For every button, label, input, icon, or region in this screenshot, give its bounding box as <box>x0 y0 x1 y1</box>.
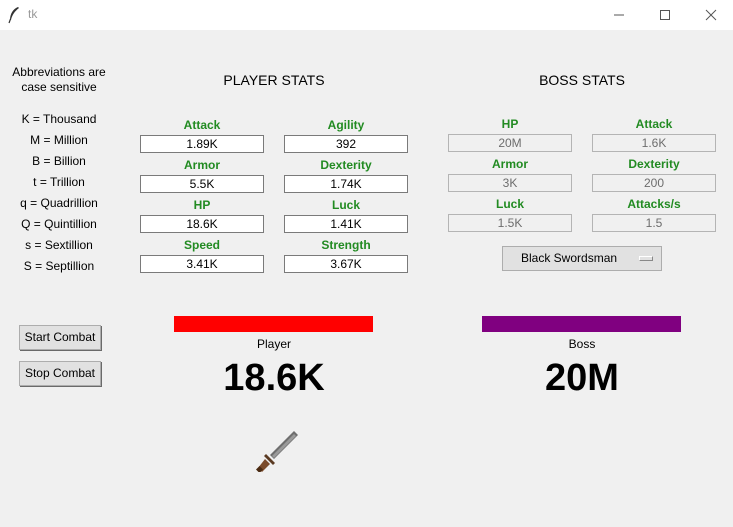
player-stats-heading: PLAYER STATS <box>223 72 325 88</box>
player-strength-field[interactable]: 3.67K <box>284 255 408 273</box>
boss-attack-label: Attack <box>635 117 673 131</box>
abbreviation-million: M = Million <box>30 133 88 147</box>
boss-luck-field: 1.5K <box>448 214 572 232</box>
boss-armor-field: 3K <box>448 174 572 192</box>
player-health-bar <box>174 316 373 332</box>
player-hp-display: 18.6K <box>223 357 325 399</box>
feather-icon <box>8 7 19 24</box>
boss-select-value: Black Swordsman <box>521 251 618 265</box>
abbreviation-quintillion: Q = Quintillion <box>21 217 97 231</box>
player-health-bar-fill <box>174 316 373 332</box>
boss-hp-display: 20M <box>545 357 619 399</box>
boss-stats-heading: BOSS STATS <box>539 72 625 88</box>
player-bar-label: Player <box>256 337 291 351</box>
abbreviations-note-line: Abbreviations are <box>12 65 106 79</box>
boss-luck-label: Luck <box>495 197 524 211</box>
abbreviation-septillion: S = Septillion <box>23 259 95 273</box>
player-attack-label: Attack <box>183 118 221 132</box>
player-hp-label: HP <box>193 198 211 212</box>
minimize-icon <box>614 14 624 16</box>
abbreviation-thousand: K = Thousand <box>21 112 97 126</box>
boss-bar-label: Boss <box>568 337 596 351</box>
player-speed-label: Speed <box>183 238 220 252</box>
boss-health-bar-fill <box>482 316 681 332</box>
minimize-button[interactable] <box>596 0 642 30</box>
boss-dexterity-label: Dexterity <box>628 157 680 171</box>
player-hp-field[interactable]: 18.6K <box>140 215 264 233</box>
player-attack-field[interactable]: 1.89K <box>140 135 264 153</box>
title-bar: tk <box>0 0 733 30</box>
abbreviation-billion: B = Billion <box>32 154 86 168</box>
abbreviations-note-line: case sensitive <box>21 80 97 94</box>
player-dexterity-label: Dexterity <box>320 158 372 172</box>
player-luck-label: Luck <box>331 198 360 212</box>
player-speed-field[interactable]: 3.41K <box>140 255 264 273</box>
boss-attacks-per-second-field: 1.5 <box>592 214 716 232</box>
maximize-button[interactable] <box>642 0 688 30</box>
window-title: tk <box>28 7 38 21</box>
player-luck-field[interactable]: 1.41K <box>284 215 408 233</box>
boss-hp-label: HP <box>501 117 519 131</box>
boss-dexterity-field: 200 <box>592 174 716 192</box>
boss-hp-field: 20M <box>448 134 572 152</box>
boss-armor-label: Armor <box>491 157 528 171</box>
close-icon <box>705 9 717 21</box>
stop-combat-button[interactable]: Stop Combat <box>19 361 101 386</box>
dropdown-indicator-icon <box>639 256 653 261</box>
maximize-icon <box>660 10 670 20</box>
boss-select-dropdown[interactable]: Black Swordsman <box>502 246 662 271</box>
player-dexterity-field[interactable]: 1.74K <box>284 175 408 193</box>
player-agility-field[interactable]: 392 <box>284 135 408 153</box>
player-armor-label: Armor <box>183 158 220 172</box>
player-armor-field[interactable]: 5.5K <box>140 175 264 193</box>
abbreviation-quadrillion: q = Quadrillion <box>20 196 98 210</box>
boss-attack-field: 1.6K <box>592 134 716 152</box>
start-combat-button[interactable]: Start Combat <box>19 325 101 350</box>
abbreviation-trillion: t = Trillion <box>33 175 85 189</box>
boss-attacks-per-second-label: Attacks/s <box>627 197 681 211</box>
player-agility-label: Agility <box>327 118 365 132</box>
player-strength-label: Strength <box>321 238 371 252</box>
close-button[interactable] <box>688 0 733 30</box>
abbreviation-sextillion: s = Sextillion <box>25 238 93 252</box>
boss-health-bar <box>482 316 681 332</box>
sword-icon <box>256 431 298 472</box>
abbreviations-note: Abbreviations are case sensitive <box>4 65 114 95</box>
